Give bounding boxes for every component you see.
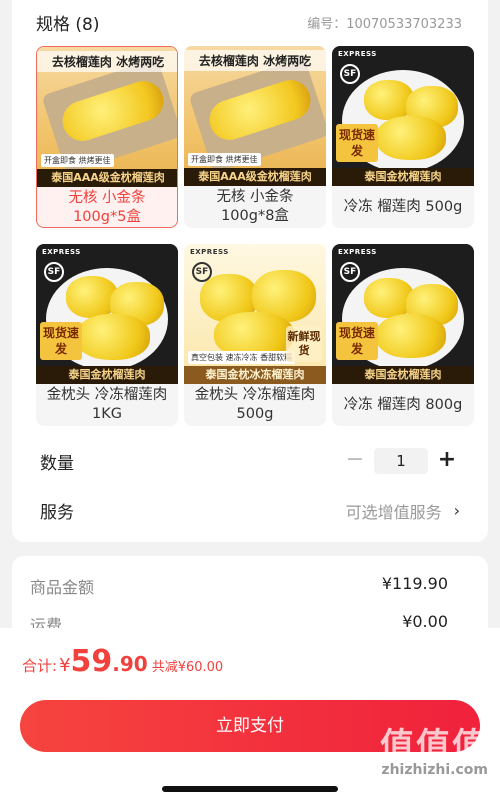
option-label: 金枕头 冷冻榴莲肉 1KG [46,387,168,422]
option-label: 无核 小金条 100g*8盒 [216,189,294,224]
spec-card: 规格 (8) 编号：10070533703233 去核榴莲肉 冰烤两吃 开盒即食… [12,0,488,542]
total-price: 合计: ¥ 59 .90 共减¥60.00 [22,644,223,679]
fresh-stamp: 新鲜现货 [286,326,322,362]
durian-shape [76,314,150,360]
product-thumbnail: 去核榴莲肉 冰烤两吃 开盒即食 烘烤更佳 泰国AAA级金枕榴莲肉 [184,46,326,186]
express-label: EXPRESS [42,248,81,256]
sf-logo-icon: SF [192,262,212,282]
sf-logo-icon: SF [340,262,360,282]
spec-option-3[interactable]: EXPRESS SF 现货速发 泰国金枕榴莲肉 冷冻 榴莲肉 500g [332,46,474,228]
spec-option-5[interactable]: EXPRESS SF 真空包装 速冻冷冻 香甜软糯 新鲜现货 泰国金枕冰冻榴莲肉… [184,244,326,426]
product-thumbnail: EXPRESS SF 现货速发 泰国金枕榴莲肉 [332,46,474,186]
option-label: 冷冻 榴莲肉 800g [343,397,463,413]
thumb-strip: 泰国金枕榴莲肉 [332,366,474,384]
option-label: 无核 小金条 100g*5盒 [68,190,146,225]
home-indicator[interactable] [162,786,338,792]
thumb-strip: 泰国金枕冰冻榴莲肉 [184,366,326,384]
watermark-url: zhizhizhi.com [381,762,488,778]
watermark-logo: 值值值 [380,726,488,766]
express-label: EXPRESS [338,50,377,58]
thumb-tag: 开盒即食 烘烤更佳 [41,154,114,167]
express-label: EXPRESS [190,248,229,256]
thumb-tag: 真空包装 速冻冷冻 香甜软糯 [188,351,296,364]
goods-amount-label: 商品金额 [30,578,95,597]
service-label: 服务 [40,503,74,523]
instock-stamp: 现货速发 [336,322,378,360]
durian-shape [376,314,446,358]
thumb-banner: 去核榴莲肉 冰烤两吃 [184,50,326,71]
spec-option-4[interactable]: EXPRESS SF 现货速发 泰国金枕榴莲肉 金枕头 冷冻榴莲肉 1KG [36,244,178,426]
thumb-strip: 泰国金枕榴莲肉 [36,366,178,384]
product-code: 编号：10070533703233 [307,17,462,32]
thumb-strip: 泰国金枕榴莲肉 [332,168,474,186]
spec-option-6[interactable]: EXPRESS SF 现货速发 泰国金枕榴莲肉 冷冻 榴莲肉 800g [332,244,474,426]
express-label: EXPRESS [338,248,377,256]
discount-total: 共减¥60.00 [151,660,224,675]
thumb-tag: 开盒即食 烘烤更佳 [188,153,261,166]
option-label: 冷冻 榴莲肉 500g [343,199,463,215]
instock-stamp: 现货速发 [336,124,378,162]
total-label: 合计: [22,657,58,675]
increment-button[interactable]: + [434,448,460,474]
decrement-button[interactable]: − [342,448,368,474]
quantity-row: 数量 − 1 + [40,448,460,474]
goods-amount-value: ¥119.90 [381,574,448,593]
spec-header: 规格 (8) 编号：10070533703233 [36,10,462,35]
product-thumbnail: 去核榴莲肉 冰烤两吃 开盒即食 烘烤更佳 泰国AAA级金枕榴莲肉 [37,47,177,187]
product-thumbnail: EXPRESS SF 现货速发 泰国金枕榴莲肉 [332,244,474,384]
spec-option-2[interactable]: 去核榴莲肉 冰烤两吃 开盒即食 烘烤更佳 泰国AAA级金枕榴莲肉 无核 小金条 … [184,46,326,228]
total-integer: 59 [70,644,113,679]
service-value: 可选增值服务 [345,502,442,522]
service-selector[interactable]: 可选增值服务 › [346,499,460,523]
product-thumbnail: EXPRESS SF 现货速发 泰国金枕榴莲肉 [36,244,178,384]
spec-title: 规格 (8) [36,15,100,35]
sf-logo-icon: SF [340,64,360,84]
checkout-bar: 合计: ¥ 59 .90 共减¥60.00 立即支付 值值值 zhizhizhi… [0,628,500,803]
sf-logo-icon: SF [44,262,64,282]
quantity-stepper: − 1 + [342,448,460,474]
total-decimal: .90 [112,652,148,676]
option-label: 金枕头 冷冻榴莲肉 500g [194,387,316,422]
durian-shape [376,116,446,160]
thumb-strip: 泰国AAA级金枕榴莲肉 [37,169,177,187]
goods-amount-row: 商品金额 ¥119.90 [30,574,448,598]
chevron-right-icon: › [453,501,460,520]
quantity-label: 数量 [40,453,74,474]
instock-stamp: 现货速发 [40,322,82,360]
currency-symbol: ¥ [59,655,71,676]
quantity-input[interactable]: 1 [374,448,428,474]
thumb-strip: 泰国AAA级金枕榴莲肉 [184,168,326,186]
thumb-banner: 去核榴莲肉 冰烤两吃 [37,51,177,72]
service-row[interactable]: 服务 可选增值服务 › [40,498,460,523]
product-thumbnail: EXPRESS SF 真空包装 速冻冷冻 香甜软糯 新鲜现货 泰国金枕冰冻榴莲肉 [184,244,326,384]
spec-option-1[interactable]: 去核榴莲肉 冰烤两吃 开盒即食 烘烤更佳 泰国AAA级金枕榴莲肉 无核 小金条 … [36,46,178,228]
